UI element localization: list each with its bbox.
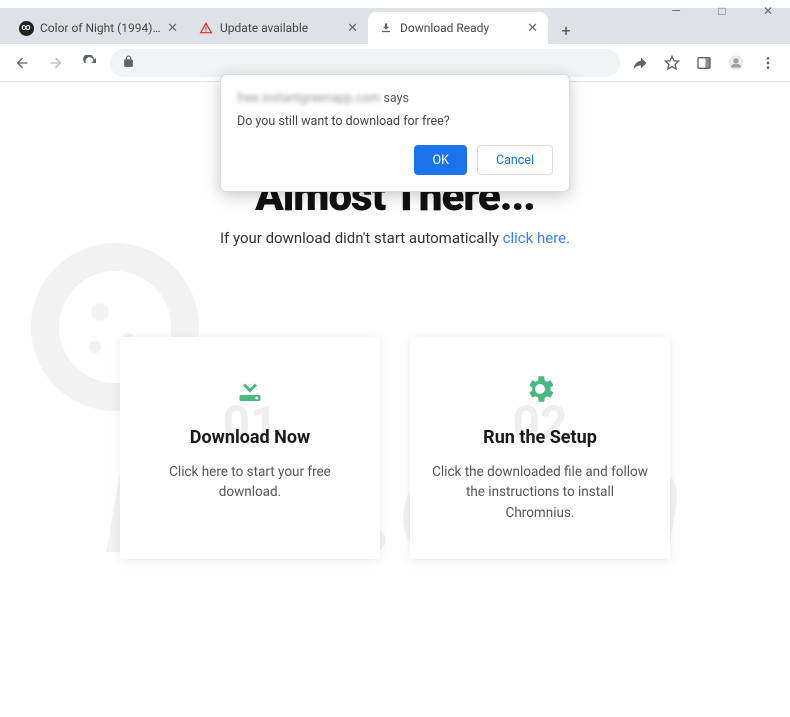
window-minimize[interactable]: — <box>662 4 690 18</box>
tab-close-icon[interactable]: ✕ <box>347 21 358 36</box>
cancel-button[interactable]: Cancel <box>477 145 553 175</box>
click-here-link[interactable]: click here. <box>503 229 570 247</box>
page-subtext-pre: If your download didn't start automatica… <box>220 229 503 247</box>
sidepanel-icon[interactable] <box>690 49 718 77</box>
dialog-origin: free.instantgreenapp.com <box>237 91 380 106</box>
dialog-head: free.instantgreenapp.com says <box>237 91 553 106</box>
favicon-circle-icon: ∞ <box>18 20 34 36</box>
tab-title: Download Ready <box>400 21 521 35</box>
toolbar-actions <box>626 49 782 77</box>
dialog-message: Do you still want to download for free? <box>237 114 553 129</box>
new-tab-button[interactable]: + <box>552 16 580 44</box>
tab-title: Color of Night (1994) Full Movie <box>40 21 161 35</box>
reload-button[interactable] <box>76 49 104 77</box>
card-body: Click the downloaded file and follow the… <box>432 462 648 523</box>
download-icon <box>378 20 394 36</box>
js-dialog: free.instantgreenapp.com says Do you sti… <box>220 74 570 192</box>
forward-button[interactable] <box>42 49 70 77</box>
card-body: Click here to start your free download. <box>142 462 358 503</box>
menu-icon[interactable] <box>754 49 782 77</box>
warning-icon <box>198 20 214 36</box>
bookmark-icon[interactable] <box>658 49 686 77</box>
profile-icon[interactable] <box>722 49 750 77</box>
gear-icon <box>432 369 648 409</box>
lock-icon <box>122 55 135 71</box>
card-download-now[interactable]: 01 Download Now Click here to start your… <box>120 337 380 559</box>
window-controls: — □ ✕ <box>662 4 782 18</box>
window-maximize[interactable]: □ <box>708 4 736 18</box>
tab-1[interactable]: Update available ✕ <box>188 12 368 44</box>
tab-close-icon[interactable]: ✕ <box>167 21 178 36</box>
back-button[interactable] <box>8 49 36 77</box>
address-bar[interactable] <box>110 49 620 77</box>
tab-close-icon[interactable]: ✕ <box>527 21 538 36</box>
download-icon <box>142 369 358 409</box>
card-title: Download Now <box>142 427 358 448</box>
tab-title: Update available <box>220 21 341 35</box>
page-subtext: If your download didn't start automatica… <box>0 229 790 247</box>
tab-0[interactable]: ∞ Color of Night (1994) Full Movie ✕ <box>8 12 188 44</box>
card-title: Run the Setup <box>432 427 648 448</box>
share-icon[interactable] <box>626 49 654 77</box>
dialog-actions: OK Cancel <box>237 145 553 175</box>
card-run-setup: 02 Run the Setup Click the downloaded fi… <box>410 337 670 559</box>
ok-button[interactable]: OK <box>414 145 466 175</box>
dialog-box: free.instantgreenapp.com says Do you sti… <box>220 74 570 192</box>
dialog-says: says <box>383 91 409 106</box>
tab-2[interactable]: Download Ready ✕ <box>368 12 548 44</box>
window-close[interactable]: ✕ <box>754 4 782 18</box>
cards-row: 01 Download Now Click here to start your… <box>0 337 790 559</box>
